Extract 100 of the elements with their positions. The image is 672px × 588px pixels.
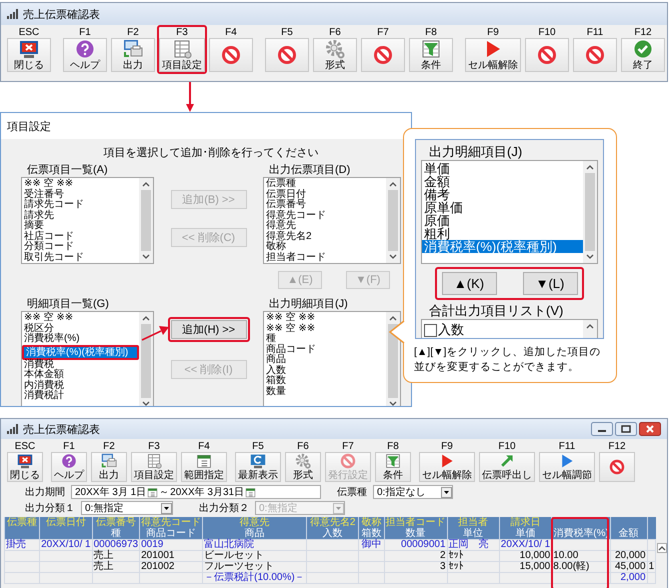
toolbar-button[interactable] — [525, 38, 569, 72]
toolbar-button[interactable] — [265, 38, 309, 72]
list-item[interactable]: 単価 — [422, 162, 583, 175]
toolbar-button[interactable]: 終了 — [621, 38, 665, 72]
toolbar-button[interactable]: 出力 — [111, 38, 155, 72]
chevron-down-icon[interactable] — [142, 254, 150, 260]
scrollbar[interactable] — [386, 178, 400, 263]
toolbar-button[interactable]: セル幅解除 — [465, 38, 521, 72]
checkbox[interactable] — [424, 324, 437, 336]
toolbar-button[interactable]: 条件 — [375, 452, 411, 482]
toolbar-button[interactable]: 閉じる — [7, 38, 51, 72]
list-item[interactable]: 消費税計 — [22, 391, 139, 402]
list-item[interactable]: 箱数 — [264, 376, 386, 386]
add-button[interactable]: 追加(H) >> — [170, 320, 246, 339]
list-item[interactable]: 受注番号 — [22, 190, 139, 200]
scrollbar[interactable] — [386, 312, 400, 406]
scrollbar[interactable] — [139, 178, 153, 263]
list-item[interactable]: 分類コード — [22, 242, 139, 252]
chevron-up-icon[interactable] — [658, 545, 666, 551]
toolbar-button[interactable]: 伝票呼出し — [479, 452, 535, 482]
list-item[interactable]: 商品 — [264, 355, 386, 366]
toolbar-button[interactable]: 条件 — [409, 38, 453, 72]
list-item[interactable]: 種 — [264, 334, 386, 344]
toolbar-button[interactable]: 項目設定 — [131, 452, 177, 482]
chevron-up-icon[interactable] — [586, 164, 594, 170]
toolbar-button[interactable]: ヘルプ — [63, 38, 107, 72]
list-item[interactable]: 請求先コード — [22, 200, 139, 210]
list-item[interactable]: 内消費税 — [22, 380, 139, 391]
chevron-up-icon[interactable] — [389, 181, 397, 187]
table-cell: 00006973 — [92, 540, 140, 550]
column-header[interactable]: 単位 — [447, 528, 500, 540]
list-item[interactable]: 摘要 — [22, 221, 139, 232]
toolbar-button[interactable]: セル幅解除 — [419, 452, 475, 482]
toolbar-button[interactable]: 形式 — [313, 38, 357, 72]
date-range-field[interactable]: 20XX年 3月 1日 ～20XX年 3月31日 — [71, 485, 321, 499]
chevron-down-icon[interactable] — [389, 401, 397, 406]
toolbar-button[interactable]: 出力 — [91, 452, 127, 482]
list-item[interactable]: 金額 — [422, 175, 583, 188]
list-item[interactable]: 消費税率(%) — [22, 334, 139, 344]
dropdown[interactable]: 0:無指定 — [81, 501, 173, 515]
list-item[interactable]: ※※ 空 ※※ — [264, 324, 386, 334]
list-item[interactable]: 入数 — [264, 366, 386, 376]
toolbar-button[interactable]: 範囲指定 — [181, 452, 227, 482]
column-header[interactable]: 金額 — [610, 528, 648, 540]
move-down-button[interactable]: ▼(L) — [522, 272, 578, 295]
close-icon[interactable] — [639, 422, 661, 436]
chevron-down-icon[interactable] — [142, 401, 150, 406]
chevron-up-icon[interactable] — [389, 315, 397, 321]
list-item[interactable]: 得意先コード — [264, 210, 386, 221]
column-header[interactable]: 数量 — [384, 528, 448, 540]
dropdown[interactable]: 0:指定なし — [373, 485, 453, 499]
list-item[interactable]: 備考 — [422, 188, 583, 201]
list-item[interactable]: 得意先 — [264, 221, 386, 232]
list-item[interactable]: 請求先 — [22, 210, 139, 221]
list-item[interactable]: 敬称 — [264, 242, 386, 252]
chevron-up-icon[interactable] — [142, 181, 150, 187]
list-item[interactable]: 消費税率(%)(税率種別) — [422, 240, 583, 253]
table-cell: 15,000 — [499, 562, 552, 572]
column-header[interactable]: 単価 — [499, 528, 552, 540]
list-item[interactable]: 粗利 — [422, 227, 583, 240]
chevron-down-icon[interactable] — [389, 254, 397, 260]
table-cell: 2 — [384, 550, 448, 562]
list-item[interactable]: 原単価 — [422, 201, 583, 214]
toolbar-button[interactable]: ヘルプ — [51, 452, 87, 482]
move-up-button[interactable]: ▲(K) — [442, 272, 496, 295]
list-item[interactable]: 社店コード — [22, 232, 139, 242]
list-item[interactable]: 消費税率(%)(税率種別) — [22, 344, 139, 360]
column-header[interactable]: 箱数 — [358, 528, 384, 540]
scrollbar[interactable] — [583, 320, 597, 338]
toolbar-button[interactable]: 形式 — [285, 452, 321, 482]
scrollbar[interactable] — [139, 312, 153, 406]
toolbar-button[interactable] — [361, 38, 405, 72]
minimize-icon[interactable] — [591, 422, 613, 436]
chevron-down-icon[interactable] — [586, 254, 594, 260]
toolbar-button[interactable] — [599, 452, 635, 482]
toolbar-button[interactable]: セル幅調節 — [539, 452, 595, 482]
list-item[interactable]: 商品コード — [264, 344, 386, 355]
list-item[interactable]: 消費税 — [22, 360, 139, 370]
list-item[interactable]: 本体金額 — [22, 370, 139, 380]
toolbar-button[interactable] — [209, 38, 253, 72]
list-item[interactable]: 原価 — [422, 214, 583, 227]
toolbar-button[interactable] — [573, 38, 617, 72]
list-item[interactable]: 伝票日付 — [264, 190, 386, 200]
toolbar-button[interactable]: 閉じる — [7, 452, 43, 482]
toolbar-button[interactable]: 最新表示 — [235, 452, 281, 482]
chevron-up-icon[interactable] — [142, 315, 150, 321]
list-item[interactable]: 取引先コード — [22, 252, 139, 263]
prohibited-icon — [585, 45, 605, 65]
chevron-up-icon[interactable] — [586, 323, 594, 329]
list-item[interactable]: 担当者コード — [264, 252, 386, 263]
checkbox-item[interactable]: 入数 — [422, 321, 583, 338]
list-item[interactable]: 伝票種 — [264, 179, 386, 190]
column-header[interactable]: 入数 — [306, 528, 359, 540]
maximize-icon[interactable] — [615, 422, 637, 436]
list-item[interactable]: 得意先名2 — [264, 232, 386, 242]
list-item[interactable]: 伝票番号 — [264, 200, 386, 210]
toolbar-button[interactable]: 項目設定 — [159, 38, 205, 72]
scrollbar[interactable] — [583, 161, 597, 263]
list-item[interactable]: 税区分 — [22, 324, 139, 334]
list-item[interactable]: 数量 — [264, 386, 386, 397]
